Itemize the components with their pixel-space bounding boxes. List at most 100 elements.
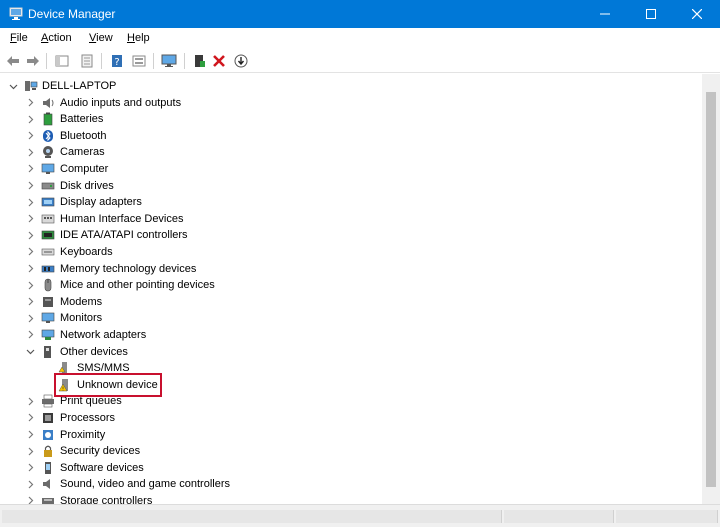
tree-item-label: Software devices	[60, 461, 144, 474]
maximize-icon	[646, 9, 656, 19]
minimize-button[interactable]	[582, 0, 628, 28]
tree-item[interactable]: Proximity	[0, 427, 702, 443]
chevron-right-icon[interactable]	[25, 413, 35, 423]
toolbar-separator	[101, 53, 102, 69]
scan-changes-icon	[234, 54, 248, 68]
chevron-right-icon[interactable]	[25, 164, 35, 174]
chevron-right-icon[interactable]	[25, 280, 35, 290]
menu-view[interactable]: View	[89, 32, 113, 44]
menu-action[interactable]: Action	[41, 32, 72, 44]
speaker-icon	[43, 97, 54, 108]
computer-icon	[25, 81, 38, 91]
close-button[interactable]	[674, 0, 720, 28]
tree-item[interactable]: Modems	[0, 294, 702, 310]
chevron-right-icon[interactable]	[25, 430, 35, 440]
tree-item-label: Human Interface Devices	[60, 212, 184, 225]
display-adapter-icon	[41, 197, 55, 207]
tree-root[interactable]: DELL-LAPTOP	[0, 78, 702, 94]
chevron-right-icon[interactable]	[25, 114, 35, 124]
chevron-down-icon[interactable]	[8, 81, 18, 91]
chevron-right-icon[interactable]	[25, 131, 35, 141]
tree-item[interactable]: Keyboards	[0, 244, 702, 260]
help-button[interactable]: ?	[108, 52, 126, 70]
chevron-right-icon[interactable]	[25, 247, 35, 257]
chevron-right-icon[interactable]	[25, 147, 35, 157]
status-bar	[0, 504, 720, 527]
maximize-button[interactable]	[628, 0, 674, 28]
uninstall-button[interactable]	[210, 52, 228, 70]
update-driver-button[interactable]	[190, 52, 208, 70]
forward-button[interactable]	[24, 52, 42, 70]
properties-icon	[81, 54, 93, 68]
monitor-icon	[161, 54, 177, 67]
chevron-right-icon[interactable]	[25, 181, 35, 191]
chevron-right-icon[interactable]	[25, 214, 35, 224]
sound-icon	[43, 479, 50, 490]
scrollbar-thumb[interactable]	[706, 92, 716, 487]
back-button[interactable]	[4, 52, 22, 70]
tree-item[interactable]: Mice and other pointing devices	[0, 277, 702, 293]
tree-item-label: Keyboards	[60, 245, 113, 258]
vertical-scrollbar[interactable]	[702, 74, 720, 504]
show-hide-tree-icon	[55, 55, 69, 67]
tree-item[interactable]: Computer	[0, 161, 702, 177]
chevron-right-icon[interactable]	[25, 396, 35, 406]
proximity-icon	[43, 429, 53, 440]
tree-item-label: Computer	[60, 162, 109, 175]
tree-item[interactable]: Cameras	[0, 144, 702, 160]
chevron-right-icon[interactable]	[25, 330, 35, 340]
chevron-right-icon[interactable]	[25, 479, 35, 489]
tree-item-label: Cameras	[60, 146, 105, 159]
tree-item[interactable]: Disk drives	[0, 178, 702, 194]
tree-item[interactable]: Sound, video and game controllers	[0, 476, 702, 492]
status-bar-segment	[616, 510, 718, 523]
tree-item-label: Sound, video and game controllers	[60, 478, 230, 491]
tree-item[interactable]: Memory technology devices	[0, 261, 702, 277]
scan-changes-button[interactable]	[232, 52, 250, 70]
tree-item[interactable]: Software devices	[0, 460, 702, 476]
menu-help[interactable]: Help	[127, 32, 150, 44]
tree-item[interactable]: Other devices	[0, 344, 702, 360]
show-hide-tree-button[interactable]	[53, 52, 71, 70]
chevron-right-icon[interactable]	[25, 313, 35, 323]
tree-item-label: Display adapters	[60, 196, 142, 209]
tree-item[interactable]: Storage controllers	[0, 493, 702, 504]
chevron-right-icon[interactable]	[25, 264, 35, 274]
uninstall-icon	[213, 55, 225, 67]
menu-file[interactable]: File	[10, 32, 28, 44]
title-bar: Device Manager	[0, 0, 720, 28]
chevron-right-icon[interactable]	[25, 496, 35, 504]
monitor-button[interactable]	[160, 52, 178, 70]
tree-item[interactable]: Audio inputs and outputs	[0, 95, 702, 111]
svg-text:?: ?	[114, 57, 119, 68]
chevron-right-icon[interactable]	[25, 197, 35, 207]
network-icon	[41, 329, 55, 340]
tree-item[interactable]: Security devices	[0, 443, 702, 459]
chevron-down-icon[interactable]	[25, 347, 35, 357]
tree-item[interactable]: Batteries	[0, 111, 702, 127]
tree-item[interactable]: Monitors	[0, 310, 702, 326]
view-icon	[132, 55, 146, 67]
tree-item[interactable]: Human Interface Devices	[0, 211, 702, 227]
chevron-right-icon[interactable]	[25, 297, 35, 307]
chevron-right-icon[interactable]	[25, 446, 35, 456]
tree-item[interactable]: Processors	[0, 410, 702, 426]
properties-button[interactable]	[78, 52, 96, 70]
tree-item[interactable]: IDE ATA/ATAPI controllers	[0, 227, 702, 243]
chevron-right-icon[interactable]	[25, 463, 35, 473]
software-icon	[45, 461, 51, 474]
tree-item[interactable]: Bluetooth	[0, 128, 702, 144]
back-arrow-icon	[7, 56, 19, 66]
menu-bar: File Action View Help	[0, 28, 720, 49]
monitor-icon	[41, 312, 55, 324]
tree-item-label: Memory technology devices	[60, 262, 197, 275]
view-button[interactable]	[130, 52, 148, 70]
chevron-right-icon[interactable]	[25, 98, 35, 108]
tree-item[interactable]: Display adapters	[0, 194, 702, 210]
chevron-right-icon[interactable]	[25, 230, 35, 240]
keyboard-icon	[41, 248, 55, 256]
memory-icon	[41, 265, 55, 272]
toolbar-separator	[184, 53, 185, 69]
tree-item-label: Mice and other pointing devices	[60, 279, 215, 292]
tree-item[interactable]: Network adapters	[0, 327, 702, 343]
